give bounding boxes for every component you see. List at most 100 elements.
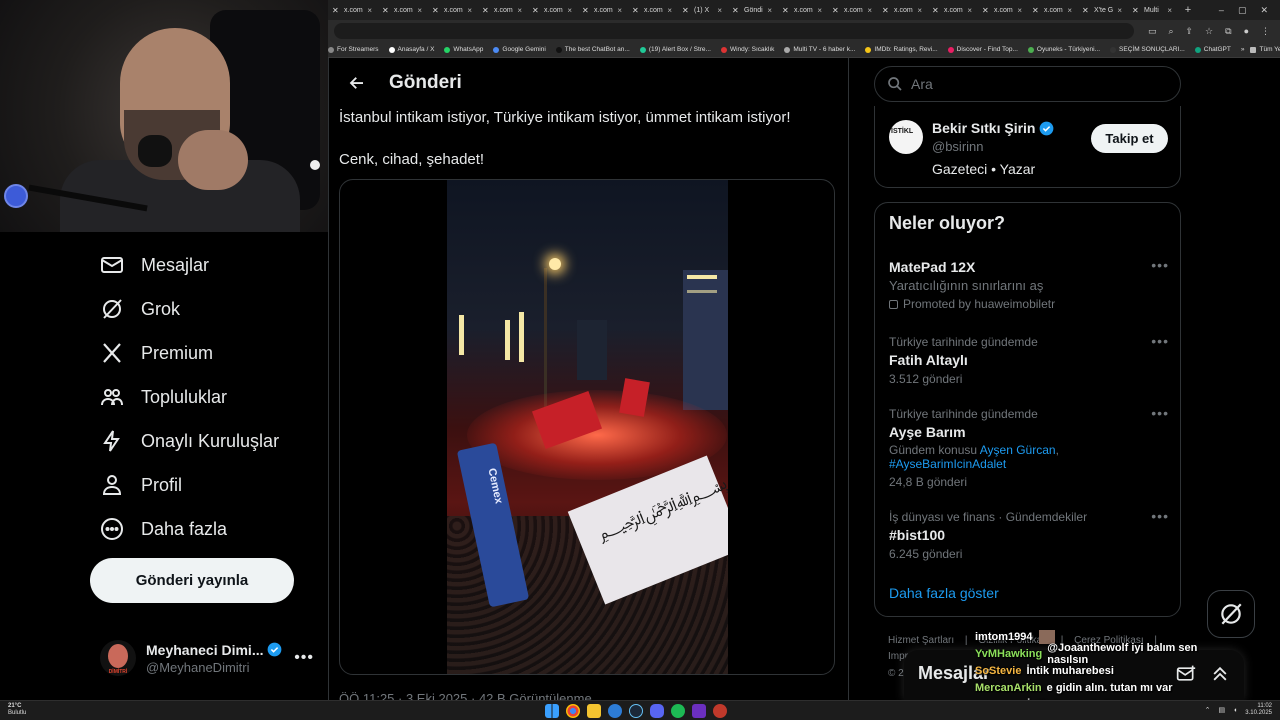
bookmark-item[interactable]: The best ChatBot an...	[555, 46, 630, 53]
close-icon[interactable]: ×	[1117, 6, 1122, 15]
chrome-icon[interactable]	[566, 704, 580, 718]
more-dots-icon[interactable]: •••	[1151, 405, 1169, 421]
show-more-link[interactable]: Daha fazla göster	[889, 585, 999, 601]
nav-item-messages[interactable]: Mesajlar	[100, 250, 209, 280]
nav-item-premium[interactable]: Premium	[100, 338, 213, 368]
all-bookmarks[interactable]: Tüm Yer İşaretleri	[1250, 46, 1280, 53]
weather-widget[interactable]: 21°C Bulutlu	[8, 703, 26, 717]
close-icon[interactable]: ×	[767, 6, 772, 15]
close-icon[interactable]: ×	[1017, 6, 1022, 15]
bookmarks-overflow[interactable]: »	[1241, 46, 1245, 53]
nav-item-grok[interactable]: Grok	[100, 294, 180, 324]
clock[interactable]: 11:02 3.10.2025	[1245, 703, 1272, 717]
browser-tab[interactable]: ✕ x.com ×	[328, 0, 378, 20]
browser-tab[interactable]: ✕ x.com ×	[878, 0, 928, 20]
volume-icon[interactable]: ◖	[1233, 707, 1237, 714]
close-icon[interactable]: ×	[517, 6, 522, 15]
browser-tab[interactable]: ✕ x.com ×	[428, 0, 478, 20]
close-icon[interactable]: ×	[967, 6, 972, 15]
more-dots-icon[interactable]: •••	[1151, 257, 1169, 273]
browser-tab[interactable]: ✕ X'te G ×	[1078, 0, 1128, 20]
zoom-icon[interactable]: ⌕	[1168, 26, 1173, 37]
chevron-up-icon[interactable]: ⌃	[1205, 706, 1211, 714]
footer-link-terms[interactable]: Hizmet Şartları	[888, 635, 954, 646]
browser-tab[interactable]: ✕ Multi ×	[1128, 0, 1178, 20]
address-field[interactable]	[334, 23, 1134, 39]
network-icon[interactable]: ▤	[1218, 706, 1225, 714]
more-dots-icon[interactable]: •••	[1151, 333, 1169, 349]
trend-topic-hashtag[interactable]: #AyseBarimIcinAdalet	[889, 457, 1006, 471]
spotify-icon[interactable]	[671, 704, 685, 718]
follow-button[interactable]: Takip et	[1091, 124, 1168, 153]
start-icon[interactable]	[545, 704, 559, 718]
minimize-icon[interactable]: –	[1219, 5, 1224, 16]
tweet-media[interactable]: Cemex ﷽	[339, 179, 835, 675]
bookmark-star-icon[interactable]: ☆	[1205, 26, 1213, 37]
bookmark-item[interactable]: IMDb: Ratings, Revi...	[865, 46, 938, 53]
browser-tab[interactable]: ✕ x.com ×	[978, 0, 1028, 20]
author-name-row[interactable]: Bekir Sıtkı Şirin	[932, 120, 1054, 136]
bookmark-item[interactable]: (19) Alert Box / Stre...	[639, 46, 711, 53]
bookmark-item[interactable]: ChatGPT	[1194, 46, 1231, 53]
trend-topic-link[interactable]: Ayşen Gürcan	[980, 443, 1056, 457]
close-icon[interactable]: ×	[417, 6, 422, 15]
new-tab-button[interactable]: +	[1178, 4, 1198, 16]
app-icon[interactable]	[692, 704, 706, 718]
close-icon[interactable]: ×	[367, 6, 372, 15]
nav-item-profile[interactable]: Profil	[100, 470, 182, 500]
browser-tab[interactable]: ✕ Göndi ×	[728, 0, 778, 20]
close-icon[interactable]: ×	[567, 6, 572, 15]
more-dots-icon[interactable]: •••	[294, 649, 314, 667]
browser-tab[interactable]: ✕ x.com ×	[528, 0, 578, 20]
browser-tab[interactable]: ✕ x.com ×	[928, 0, 978, 20]
nav-item-verified-orgs[interactable]: Onaylı Kuruluşlar	[100, 426, 279, 456]
account-switcher[interactable]: DİMİTRİ Meyhaneci Dimi... @MeyhaneDimitr…	[100, 636, 314, 680]
profile-icon[interactable]: ●	[1244, 26, 1249, 37]
close-window-icon[interactable]: ✕	[1260, 5, 1268, 16]
close-icon[interactable]: ×	[917, 6, 922, 15]
nav-item-communities[interactable]: Topluluklar	[100, 382, 227, 412]
bookmark-item[interactable]: Windy: Sıcaklık	[720, 46, 774, 53]
search-box[interactable]	[874, 66, 1181, 102]
trend-item[interactable]: Türkiye tarihinde gündemde Ayşe Barım Gü…	[889, 405, 1169, 489]
browser-tab[interactable]: ✕ x.com ×	[1028, 0, 1078, 20]
browser-tab[interactable]: ✕ x.com ×	[628, 0, 678, 20]
close-icon[interactable]: ×	[867, 6, 872, 15]
browser-tab[interactable]: ✕ x.com ×	[778, 0, 828, 20]
menu-icon[interactable]: ⋮	[1261, 26, 1270, 37]
more-dots-icon[interactable]: •••	[1151, 508, 1169, 524]
author-avatar[interactable]: İSTİKL	[889, 120, 923, 154]
back-button[interactable]	[339, 65, 375, 101]
bookmark-item[interactable]: SEÇİM SONUÇLARI...	[1110, 46, 1185, 53]
video-player[interactable]: Cemex ﷽	[447, 180, 728, 674]
close-icon[interactable]: ×	[667, 6, 672, 15]
file-explorer-icon[interactable]	[587, 704, 601, 718]
post-button[interactable]: Gönderi yayınla	[90, 558, 294, 603]
bookmark-item[interactable]: WhatsApp	[444, 46, 483, 53]
bookmark-item[interactable]: Multi TV - 6 haber k...	[784, 46, 855, 53]
browser-tab[interactable]: ✕ x.com ×	[828, 0, 878, 20]
bookmark-item[interactable]: Anasayfa / X	[388, 46, 434, 53]
nav-item-more[interactable]: Daha fazla	[100, 514, 227, 544]
share-icon[interactable]: ⇪	[1186, 26, 1194, 37]
close-icon[interactable]: ×	[1067, 6, 1072, 15]
close-icon[interactable]: ×	[817, 6, 822, 15]
steam-icon[interactable]	[629, 704, 643, 718]
maximize-icon[interactable]: ▢	[1238, 5, 1247, 16]
browser-tab[interactable]: ✕ x.com ×	[478, 0, 528, 20]
trend-item[interactable]: Türkiye tarihinde gündemde Fatih Altaylı…	[889, 333, 1169, 386]
trend-item[interactable]: MatePad 12X Yaratıcılığının sınırlarını …	[889, 257, 1169, 311]
app-icon[interactable]	[608, 704, 622, 718]
browser-tab[interactable]: ✕ x.com ×	[378, 0, 428, 20]
browser-tab[interactable]: ✕ (1) X ×	[678, 0, 728, 20]
bookmark-item[interactable]: For Streamers	[328, 46, 379, 53]
bookmark-item[interactable]: Oyuneks - Türkiyeni...	[1027, 46, 1100, 53]
close-icon[interactable]: ×	[717, 6, 722, 15]
search-input[interactable]	[911, 76, 1151, 92]
cast-icon[interactable]: ▭	[1148, 26, 1157, 37]
extensions-icon[interactable]: ⧉	[1225, 26, 1231, 37]
bookmark-item[interactable]: Google Gemini	[493, 46, 546, 53]
discord-icon[interactable]	[650, 704, 664, 718]
app-icon[interactable]	[713, 704, 727, 718]
close-icon[interactable]: ×	[1167, 6, 1172, 15]
